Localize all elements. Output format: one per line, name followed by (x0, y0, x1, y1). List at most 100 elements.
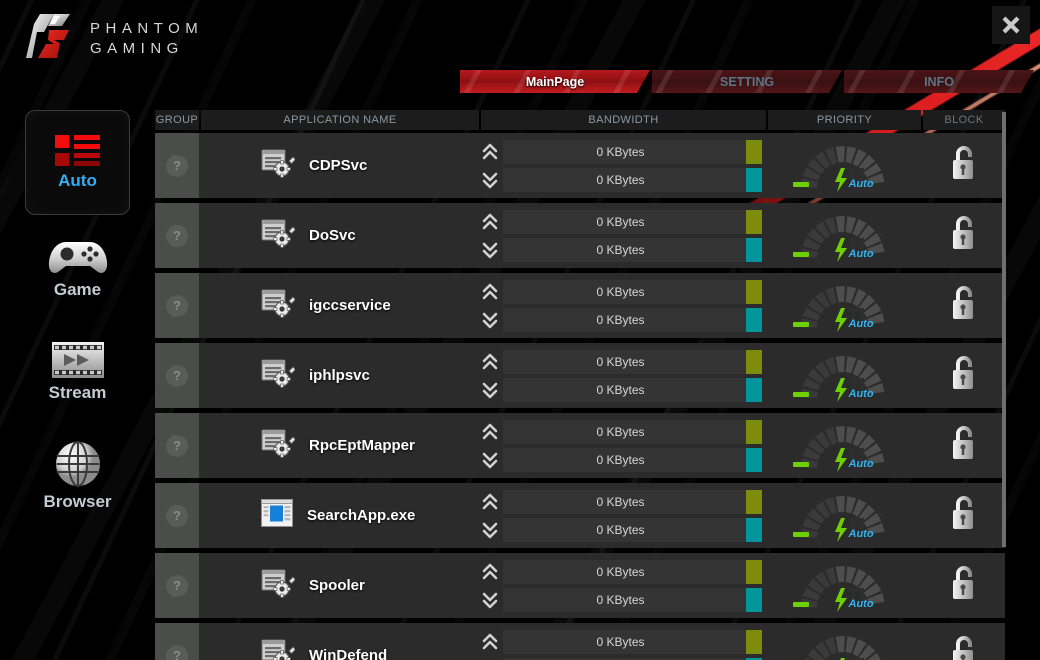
auto-list-icon (54, 134, 101, 168)
priority-auto-label: Auto (848, 387, 874, 400)
upload-chevron-icon (477, 632, 503, 652)
row-group-cell[interactable]: ? (155, 553, 199, 618)
row-bandwidth-cell: 0 KBytes 0 KBytes (477, 343, 762, 408)
row-priority-cell[interactable]: Auto (762, 133, 923, 198)
table-row[interactable]: ? RpcEptMapper 0 KBytes 0 KBytes Auto (155, 413, 1005, 478)
row-block-cell[interactable] (923, 203, 1005, 268)
priority-gauge[interactable]: Auto (783, 418, 903, 474)
padlock-open-icon[interactable] (949, 144, 979, 187)
row-priority-cell[interactable]: Auto (762, 483, 923, 548)
row-bandwidth-cell: 0 KBytes 0 KBytes (477, 273, 762, 338)
app-name-label: DoSvc (309, 227, 356, 244)
tab-info[interactable]: INFO (844, 70, 1034, 93)
priority-gauge[interactable]: Auto (783, 628, 903, 660)
upload-color-swatch (746, 559, 762, 584)
upload-value: 0 KBytes (503, 559, 746, 584)
tab-setting[interactable]: SETTING (652, 70, 842, 93)
padlock-open-icon[interactable] (949, 214, 979, 257)
row-group-cell[interactable]: ? (155, 273, 199, 338)
upload-line: 0 KBytes (477, 279, 762, 304)
priority-gauge[interactable]: Auto (783, 558, 903, 614)
table-row[interactable]: ? igccservice 0 KBytes 0 KBytes Auto (155, 273, 1005, 338)
row-block-cell[interactable] (923, 483, 1005, 548)
table-row[interactable]: ? iphlpsvc 0 KBytes 0 KBytes Auto (155, 343, 1005, 408)
priority-gauge[interactable]: Auto (783, 348, 903, 404)
row-block-cell[interactable] (923, 343, 1005, 408)
row-group-cell[interactable]: ? (155, 343, 199, 408)
upload-chevron-icon (477, 492, 503, 512)
table-row[interactable]: ? SearchApp.exe 0 KBytes 0 KBytes Auto (155, 483, 1005, 548)
upload-chevron-icon (477, 562, 503, 582)
group-question-icon: ? (166, 224, 188, 247)
row-block-cell[interactable] (923, 553, 1005, 618)
row-group-cell[interactable]: ? (155, 413, 199, 478)
row-priority-cell[interactable]: Auto (762, 343, 923, 408)
padlock-open-icon[interactable] (949, 494, 979, 537)
sidebar-item-browser[interactable]: Browser (0, 423, 155, 527)
padlock-open-icon[interactable] (949, 634, 979, 660)
row-block-cell[interactable] (923, 623, 1005, 660)
tab-bar: MainPage SETTING INFO (460, 70, 1036, 93)
sidebar-item-stream[interactable]: Stream (0, 319, 155, 423)
row-app-cell: DoSvc (199, 203, 477, 268)
download-color-swatch (746, 237, 762, 262)
row-app-cell: Spooler (199, 553, 477, 618)
upload-color-swatch (746, 489, 762, 514)
row-block-cell[interactable] (923, 273, 1005, 338)
table-row[interactable]: ? CDPSvc 0 KBytes 0 KBytes Auto (155, 133, 1005, 198)
column-header-block: BLOCK (923, 110, 1005, 130)
padlock-open-icon[interactable] (949, 354, 979, 397)
gamepad-icon (48, 235, 108, 277)
download-value: 0 KBytes (503, 377, 746, 402)
download-chevron-icon (477, 380, 503, 400)
group-question-icon: ? (166, 364, 188, 387)
upload-line: 0 KBytes (477, 349, 762, 374)
close-button[interactable] (992, 6, 1030, 44)
padlock-open-icon[interactable] (949, 424, 979, 467)
row-bandwidth-cell: 0 KBytes 0 KBytes (477, 203, 762, 268)
row-priority-cell[interactable]: Auto (762, 623, 923, 660)
sidebar-item-stream-label: Stream (48, 382, 107, 402)
table-row[interactable]: ? WinDefend 0 KBytes (155, 623, 1005, 660)
download-line: 0 KBytes (477, 167, 762, 192)
row-block-cell[interactable] (923, 133, 1005, 198)
download-value: 0 KBytes (503, 237, 746, 262)
padlock-open-icon[interactable] (949, 284, 979, 327)
row-group-cell[interactable]: ? (155, 483, 199, 548)
row-priority-cell[interactable]: Auto (762, 273, 923, 338)
priority-gauge[interactable]: Auto (783, 278, 903, 334)
priority-gauge[interactable]: Auto (783, 208, 903, 264)
row-block-cell[interactable] (923, 413, 1005, 478)
row-group-cell[interactable]: ? (155, 133, 199, 198)
priority-gauge[interactable]: Auto (783, 138, 903, 194)
sidebar-item-auto[interactable]: Auto (25, 110, 130, 215)
upload-value: 0 KBytes (503, 349, 746, 374)
row-priority-cell[interactable]: Auto (762, 413, 923, 478)
scrollbar-thumb[interactable] (1002, 112, 1006, 547)
logo-text-secondary: GAMING (90, 40, 184, 57)
film-forward-icon (50, 340, 106, 380)
close-icon (1000, 14, 1022, 36)
sidebar-item-game[interactable]: Game (0, 215, 155, 319)
row-priority-cell[interactable]: Auto (762, 553, 923, 618)
tab-mainpage[interactable]: MainPage (460, 70, 650, 93)
priority-gauge[interactable]: Auto (783, 488, 903, 544)
row-app-cell: iphlpsvc (199, 343, 477, 408)
service-gear-icon (261, 638, 297, 660)
service-gear-icon (261, 568, 297, 603)
group-question-icon: ? (166, 154, 188, 177)
service-gear-icon (261, 428, 297, 463)
group-question-icon: ? (166, 644, 188, 660)
table-row[interactable]: ? DoSvc 0 KBytes 0 KBytes Auto (155, 203, 1005, 268)
row-group-cell[interactable]: ? (155, 623, 199, 660)
table-body: ? CDPSvc 0 KBytes 0 KBytes Auto ? DoSvc … (155, 133, 1005, 660)
row-group-cell[interactable]: ? (155, 203, 199, 268)
download-line: 0 KBytes (477, 377, 762, 402)
app-name-label: igccservice (309, 297, 391, 314)
vertical-scrollbar[interactable] (1000, 112, 1008, 657)
row-priority-cell[interactable]: Auto (762, 203, 923, 268)
table-row[interactable]: ? Spooler 0 KBytes 0 KBytes Auto (155, 553, 1005, 618)
padlock-open-icon[interactable] (949, 564, 979, 607)
download-chevron-icon (477, 310, 503, 330)
download-value: 0 KBytes (503, 167, 746, 192)
